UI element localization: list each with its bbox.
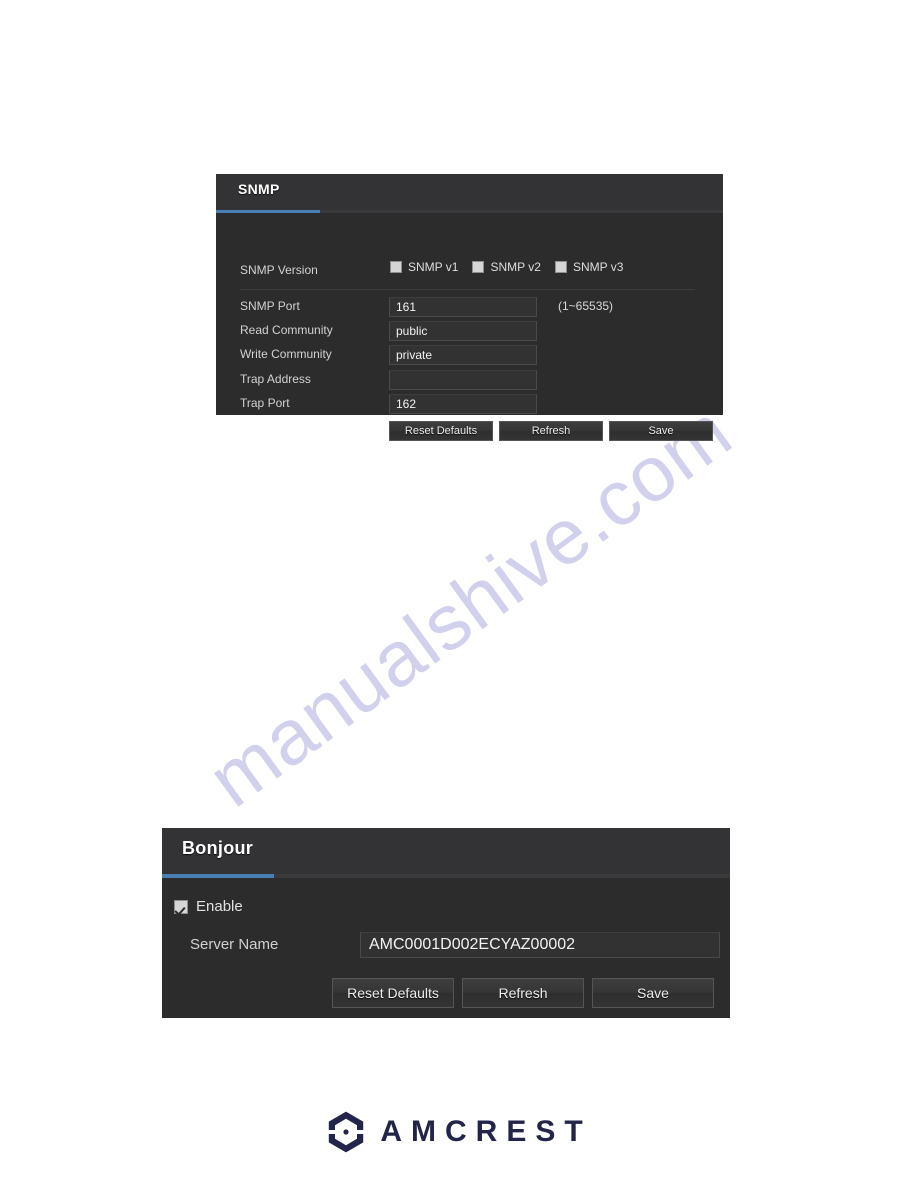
bonjour-settings-panel: Bonjour Enable Server Name AMC0001D002EC…: [162, 828, 730, 1018]
server-name-value: AMC0001D002ECYAZ00002: [369, 936, 576, 953]
snmp-v2-option[interactable]: SNMP v2: [472, 260, 541, 274]
snmp-v1-option[interactable]: SNMP v1: [390, 260, 458, 274]
read-community-input[interactable]: public: [389, 321, 537, 341]
write-community-input[interactable]: private: [389, 345, 537, 365]
amcrest-wordmark: AMCREST: [380, 1115, 592, 1148]
snmp-v2-label: SNMP v2: [490, 260, 541, 274]
trap-port-value: 162: [396, 397, 417, 411]
trap-address-input[interactable]: [389, 370, 537, 390]
snmp-port-row: SNMP Port 161 (1~65535): [240, 297, 700, 317]
amcrest-logo: AMCREST: [0, 1110, 918, 1154]
write-community-label: Write Community: [240, 347, 332, 361]
trap-port-row: Trap Port 162: [240, 394, 700, 414]
snmp-port-value: 161: [396, 300, 417, 314]
trap-port-input[interactable]: 162: [389, 394, 537, 414]
snmp-panel-title: SNMP: [238, 181, 280, 197]
write-community-row: Write Community private: [240, 345, 700, 365]
snmp-button-row: Reset Defaults Refresh Save: [389, 421, 713, 441]
snmp-port-range-hint: (1~65535): [558, 299, 614, 313]
write-community-value: private: [396, 348, 433, 362]
snmp-v1-checkbox[interactable]: [390, 261, 402, 273]
server-name-input[interactable]: AMC0001D002ECYAZ00002: [360, 932, 720, 958]
bonjour-enable-checkbox[interactable]: [174, 899, 188, 914]
snmp-panel-body: SNMP Version SNMP v1 SNMP v2 SNMP v3 SNM…: [216, 213, 723, 441]
snmp-port-label: SNMP Port: [240, 299, 300, 313]
snmp-v2-checkbox[interactable]: [472, 261, 485, 273]
read-community-row: Read Community public: [240, 321, 700, 341]
snmp-v3-label: SNMP v3: [572, 260, 624, 274]
snmp-refresh-button[interactable]: Refresh: [499, 421, 603, 441]
bonjour-panel-body: Enable Server Name AMC0001D002ECYAZ00002…: [162, 878, 730, 1018]
snmp-version-options: SNMP v1 SNMP v2 SNMP v3: [390, 260, 623, 274]
snmp-version-row: SNMP Version SNMP v1 SNMP v2 SNMP v3: [240, 260, 700, 282]
snmp-section-divider: [240, 289, 695, 290]
bonjour-button-row: Reset Defaults Refresh Save: [332, 978, 714, 1008]
snmp-v1-label: SNMP v1: [408, 260, 459, 274]
snmp-panel-header: SNMP: [216, 174, 723, 210]
page-watermark: manualshive.com: [192, 386, 748, 824]
amcrest-hexagon-camera-icon: [329, 1111, 364, 1153]
server-name-label: Server Name: [190, 936, 279, 953]
snmp-save-button[interactable]: Save: [609, 421, 713, 441]
snmp-v3-checkbox[interactable]: [554, 261, 567, 273]
trap-address-row: Trap Address: [240, 370, 700, 390]
snmp-settings-panel: SNMP SNMP Version SNMP v1 SNMP v2 SNMP v…: [216, 174, 723, 441]
snmp-reset-defaults-button[interactable]: Reset Defaults: [389, 421, 493, 441]
read-community-label: Read Community: [240, 323, 333, 337]
bonjour-server-name-row: Server Name AMC0001D002ECYAZ00002: [190, 932, 720, 958]
bonjour-panel-title: Bonjour: [182, 838, 254, 858]
snmp-v3-option[interactable]: SNMP v3: [554, 260, 624, 274]
bonjour-reset-defaults-button[interactable]: Reset Defaults: [332, 978, 454, 1008]
bonjour-enable-row[interactable]: Enable: [174, 898, 243, 915]
bonjour-save-button[interactable]: Save: [592, 978, 714, 1008]
bonjour-panel-header: Bonjour: [162, 828, 730, 874]
bonjour-enable-label: Enable: [196, 898, 243, 915]
read-community-value: public: [396, 324, 428, 338]
trap-port-label: Trap Port: [240, 396, 290, 410]
bonjour-refresh-button[interactable]: Refresh: [462, 978, 584, 1008]
snmp-version-label: SNMP Version: [240, 263, 318, 277]
snmp-port-input[interactable]: 161: [389, 297, 537, 317]
trap-address-label: Trap Address: [240, 372, 311, 386]
